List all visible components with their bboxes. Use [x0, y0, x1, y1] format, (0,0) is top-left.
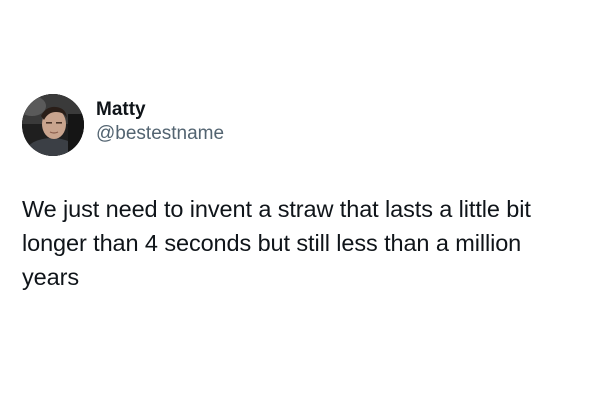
author-info: Matty @bestestname: [96, 98, 224, 146]
display-name[interactable]: Matty: [96, 98, 224, 122]
avatar-photo-icon: [22, 94, 84, 156]
user-handle[interactable]: @bestestname: [96, 122, 224, 146]
tweet-header: Matty @bestestname: [22, 92, 582, 158]
tweet-text: We just need to invent a straw that last…: [22, 196, 538, 290]
avatar[interactable]: [22, 94, 84, 156]
tweet-card: Matty @bestestname We just need to inven…: [22, 92, 582, 290]
